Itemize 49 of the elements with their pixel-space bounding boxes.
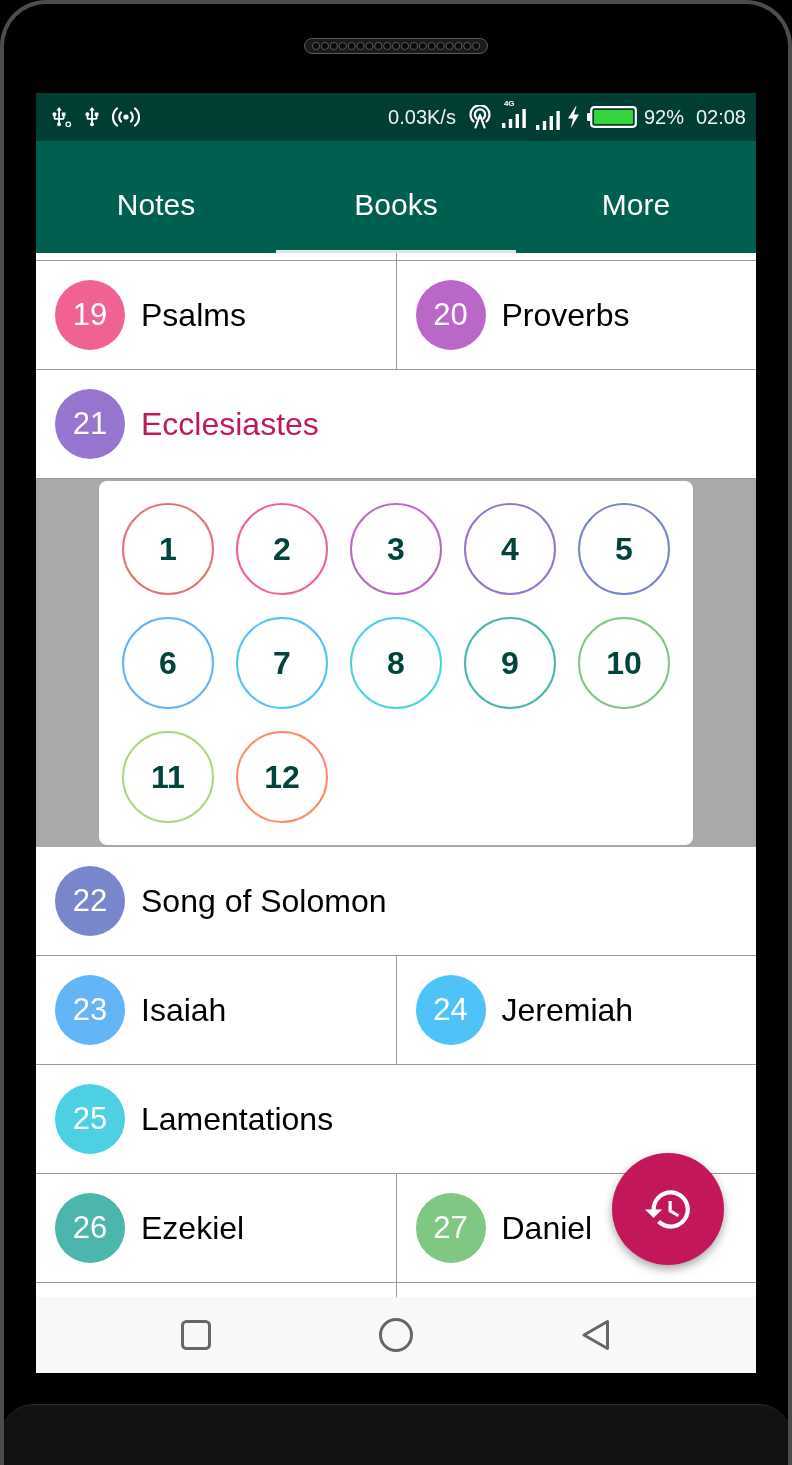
book-name: Psalms [141,296,246,334]
book-name: Proverbs [501,296,630,334]
signal-icon [501,109,526,128]
chapter-button[interactable]: 7 [236,617,328,709]
tab[interactable]: More [516,141,756,253]
book-name: Lamentations [141,1100,334,1138]
circle-icon [379,1318,413,1352]
chapter-button[interactable]: 9 [464,617,556,709]
square-icon [181,1320,211,1350]
book-number-badge: 27 [415,1193,486,1263]
book-number-badge: 26 [55,1193,125,1263]
book-name: Isaiah [141,991,227,1029]
broadcast-icon [112,106,140,128]
book-name: Ezekiel [141,1209,245,1247]
network-type: 4G [503,100,515,108]
chapter-button[interactable]: 8 [350,617,442,709]
chapter-button[interactable]: 12 [236,731,328,823]
book-number-badge: 23 [55,975,125,1045]
book-item[interactable]: 23 Isaiah [36,956,397,1065]
book-item[interactable]: 19 Psalms [36,261,397,370]
chapter-button[interactable]: 5 [578,503,670,595]
battery-icon [586,106,637,128]
signal-icon [535,111,560,130]
chapter-button[interactable]: 2 [236,503,328,595]
book-name: Daniel [501,1209,593,1247]
book-number-badge: 21 [55,389,125,459]
battery-percent: 92% [643,105,684,129]
book-number-badge: 22 [55,866,125,936]
history-icon [645,1189,691,1229]
book-number-badge: 24 [415,975,486,1045]
chapter-button[interactable]: 1 [122,503,214,595]
book-item[interactable]: 26 Ezekiel [36,1174,397,1283]
book-number-badge: 19 [55,280,125,350]
book-name: Song of Solomon [141,882,387,920]
book-number-badge: 20 [415,280,486,350]
chapter-button[interactable]: 11 [122,731,214,823]
chapter-button[interactable]: 4 [464,503,556,595]
chapter-button[interactable]: 10 [578,617,670,709]
network-speed: 0.03K/s [388,105,456,129]
chapter-button[interactable]: 3 [350,503,442,595]
tab[interactable]: Notes [36,141,276,253]
charging-icon [566,106,580,128]
back-triangle-icon [581,1319,611,1351]
hotspot-icon [468,105,491,129]
book-number-badge: 25 [55,1084,125,1154]
book-name: Jeremiah [501,991,634,1029]
chapter-button[interactable]: 6 [122,617,214,709]
clock-time: 02:08 [695,105,746,129]
book-name: Ecclesiastes [141,405,319,443]
